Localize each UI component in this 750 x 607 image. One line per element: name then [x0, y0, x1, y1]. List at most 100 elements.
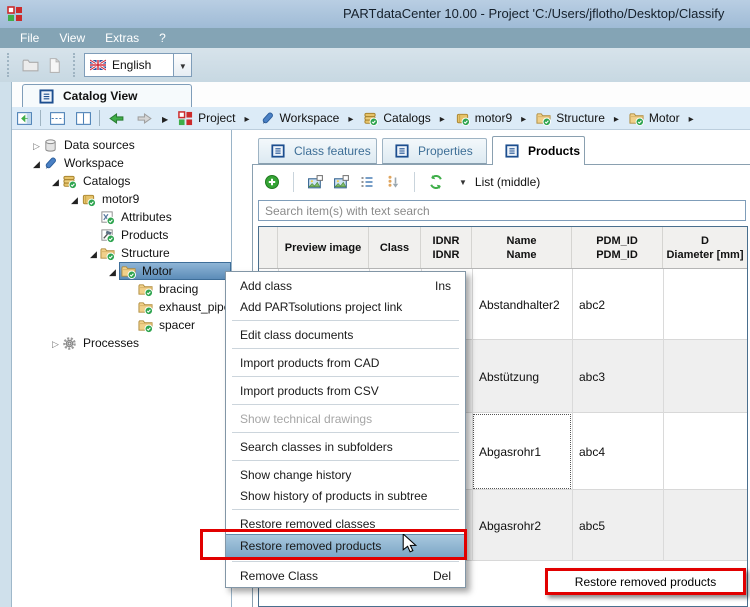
breadcrumb-motor9[interactable]: motor9: [455, 111, 526, 126]
selected-row-highlight[interactable]: Motor: [119, 262, 231, 280]
tab-properties[interactable]: Properties: [382, 138, 487, 164]
tree-item-motor9[interactable]: motor9: [12, 190, 231, 208]
add-product-button[interactable]: [261, 171, 283, 193]
tree-item-motor[interactable]: Motor: [12, 262, 231, 280]
menu-item-import-products-from-cad[interactable]: Import products from CAD: [226, 352, 465, 373]
divider: [293, 172, 294, 192]
breadcrumb-arrow-icon[interactable]: [521, 111, 526, 125]
expander-icon[interactable]: [106, 264, 119, 278]
expander-icon[interactable]: [30, 156, 43, 170]
breadcrumb-arrow-icon[interactable]: [689, 111, 694, 125]
column-header-preview-image[interactable]: Preview image: [278, 227, 369, 268]
catalog-stack-icon: [62, 174, 77, 189]
breadcrumb-arrow-icon[interactable]: [348, 111, 353, 125]
menu-item-remove-class[interactable]: Remove Class Del: [226, 565, 465, 586]
menu-help[interactable]: ?: [149, 28, 176, 48]
cell-name[interactable]: Abgasrohr2: [472, 490, 572, 561]
expander-icon[interactable]: [49, 174, 62, 188]
breadcrumb-bar: Project Workspace Catalogs motor9 Struct…: [12, 107, 750, 130]
menu-item-edit-class-documents[interactable]: Edit class documents: [226, 324, 465, 345]
title-bar: PARTdataCenter 10.00 - Project 'C:/Users…: [0, 0, 750, 29]
collapse-panel-button[interactable]: [14, 109, 34, 128]
breadcrumb-workspace[interactable]: Workspace: [260, 111, 354, 126]
chevron-down-icon: [179, 56, 187, 74]
expander-icon[interactable]: [30, 138, 43, 152]
tree-item-attributes[interactable]: Attributes: [12, 208, 231, 226]
language-dropdown-button[interactable]: [173, 54, 191, 76]
list-options-button[interactable]: [356, 171, 378, 193]
column-header-pdm-id[interactable]: PDM_ID PDM_ID: [572, 227, 663, 268]
expander-icon[interactable]: [49, 336, 62, 350]
menu-item-import-products-from-csv[interactable]: Import products from CSV: [226, 380, 465, 401]
split-vertical-button[interactable]: [73, 109, 93, 128]
menu-item-show-change-history[interactable]: Show change history: [226, 464, 465, 485]
breadcrumb-arrow-icon[interactable]: [614, 111, 619, 125]
refresh-button[interactable]: [425, 171, 447, 193]
menu-item-add-class[interactable]: Add class Ins: [226, 275, 465, 296]
cell-pdm-id[interactable]: abc4: [572, 413, 663, 490]
menu-view[interactable]: View: [49, 28, 95, 48]
divider: [414, 172, 415, 192]
column-header-selector[interactable]: [259, 227, 278, 268]
breadcrumb-project[interactable]: Project: [178, 111, 249, 126]
language-select[interactable]: English: [84, 53, 192, 77]
breadcrumb-arrow-icon[interactable]: [245, 111, 250, 125]
open-project-button[interactable]: [18, 53, 42, 77]
toolbar-grip[interactable]: [7, 53, 11, 77]
breadcrumb-catalogs[interactable]: Catalogs: [363, 111, 444, 126]
tab-class-features[interactable]: Class features: [258, 138, 377, 164]
tree-item-bracing[interactable]: bracing: [12, 280, 231, 298]
menu-item-search-classes-in-subfolders[interactable]: Search classes in subfolders: [226, 436, 465, 457]
cell-name-focused[interactable]: Abgasrohr1: [472, 413, 572, 490]
sort-button[interactable]: [382, 171, 404, 193]
gear-icon: [62, 336, 77, 351]
tab-products[interactable]: Products: [492, 136, 585, 165]
tree-item-data-sources[interactable]: Data sources: [12, 136, 231, 154]
new-document-button[interactable]: [42, 53, 66, 77]
export-image-button[interactable]: [330, 171, 352, 193]
menu-item-add-partsolutions-project-link[interactable]: Add PARTsolutions project link: [226, 296, 465, 317]
tree-item-processes[interactable]: Processes: [12, 334, 231, 352]
menu-item-show-history-of-products-in-subtree[interactable]: Show history of products in subtree: [226, 485, 465, 506]
collapse-panel-icon: [16, 110, 33, 127]
cell-name[interactable]: Abstützung: [472, 340, 572, 413]
tree-item-exhaust-pipe[interactable]: exhaust_pipe: [12, 298, 231, 316]
toolbar-grip[interactable]: [73, 53, 77, 77]
tree-item-catalogs[interactable]: Catalogs: [12, 172, 231, 190]
breadcrumb-motor[interactable]: Motor: [629, 111, 694, 126]
view-mode-dropdown-icon[interactable]: [459, 177, 467, 188]
breadcrumb-arrow-icon[interactable]: [440, 111, 445, 125]
cell-pdm-id[interactable]: abc2: [572, 269, 663, 340]
split-horizontal-button[interactable]: [47, 109, 67, 128]
expander-icon[interactable]: [68, 192, 81, 206]
import-image-button[interactable]: [304, 171, 326, 193]
tree-item-spacer[interactable]: spacer: [12, 316, 231, 334]
breadcrumb-expand-icon[interactable]: [162, 109, 168, 127]
search-input[interactable]: [258, 200, 746, 221]
tree-item-structure[interactable]: Structure: [12, 244, 231, 262]
menu-file[interactable]: File: [10, 28, 49, 48]
divider: [40, 110, 41, 126]
cell-name[interactable]: Abstandhalter2: [472, 269, 572, 340]
menu-bar: File View Extras ?: [0, 28, 750, 48]
menu-extras[interactable]: Extras: [95, 28, 149, 48]
column-header-diameter[interactable]: D Diameter [mm]: [663, 227, 747, 268]
back-button[interactable]: [106, 109, 126, 128]
catalog-book-icon: [455, 111, 470, 126]
attributes-icon: [100, 210, 115, 225]
cell-pdm-id[interactable]: abc5: [572, 490, 663, 561]
menu-separator: [226, 401, 465, 408]
tab-catalog-view[interactable]: Catalog View: [22, 84, 192, 107]
expander-icon[interactable]: [87, 246, 100, 260]
tree-item-workspace[interactable]: Workspace: [12, 154, 231, 172]
tree-item-products[interactable]: Products: [12, 226, 231, 244]
column-header-name[interactable]: Name Name: [472, 227, 572, 268]
column-header-class[interactable]: Class: [369, 227, 421, 268]
cell-pdm-id[interactable]: abc3: [572, 340, 663, 413]
breadcrumb-structure[interactable]: Structure: [536, 111, 619, 126]
forward-button[interactable]: [134, 109, 154, 128]
language-value: English: [106, 58, 173, 72]
column-header-idnr[interactable]: IDNR IDNR: [421, 227, 472, 268]
numbered-list-icon: [359, 174, 375, 190]
view-mode-label[interactable]: List (middle): [475, 175, 540, 189]
